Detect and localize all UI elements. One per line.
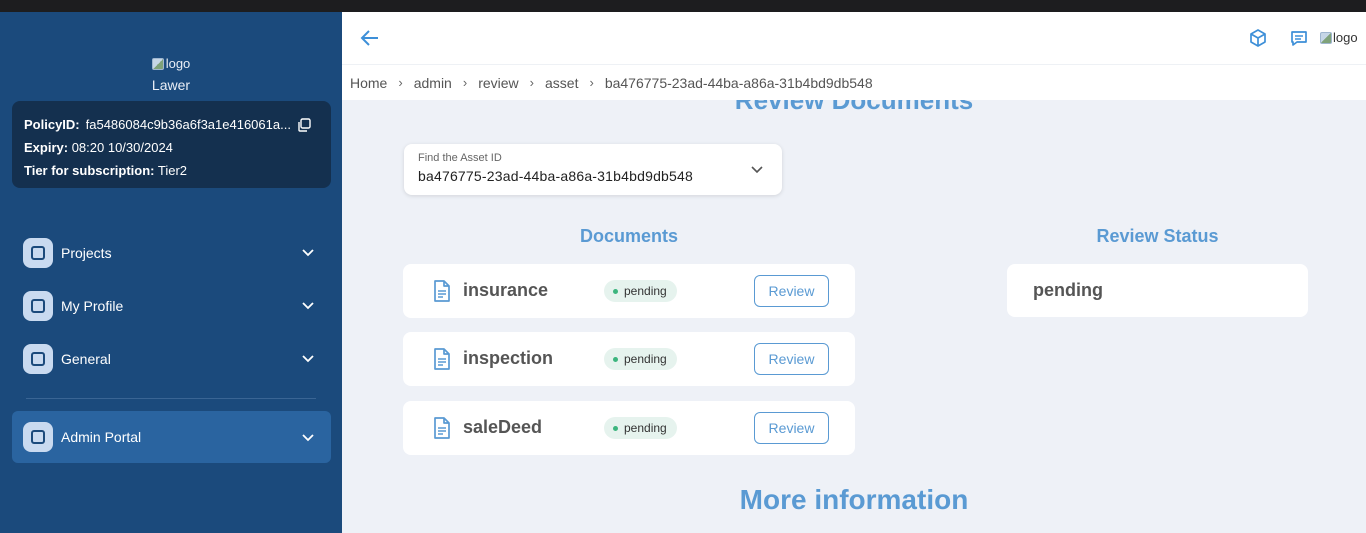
chevron-right-icon: › [589, 75, 594, 90]
sidebar: logo Lawer PolicyID: fa5486084c9b36a6f3a… [0, 12, 342, 533]
broken-image-icon [151, 57, 164, 70]
chevron-down-icon [302, 355, 314, 363]
tier-row: Tier for subscription: Tier2 [24, 159, 319, 182]
policy-id-value: fa5486084c9b36a6f3a1e416061a... [85, 117, 291, 132]
asset-select-value: ba476775-23ad-44ba-a86a-31b4bd9db548 [418, 168, 694, 184]
sidebar-item-label: My Profile [61, 298, 124, 314]
document-icon [434, 348, 450, 370]
chevron-down-icon[interactable] [750, 162, 764, 176]
tier-value: Tier2 [157, 163, 188, 178]
broken-image-icon [1320, 31, 1332, 44]
document-name: saleDeed [463, 417, 543, 437]
sidebar-logo: logo Lawer [0, 56, 342, 93]
document-row: saleDeed pending Review [403, 401, 855, 455]
breadcrumb-review[interactable]: review [478, 75, 518, 91]
breadcrumb-home[interactable]: Home [350, 75, 387, 91]
top-header: logo [342, 12, 1366, 64]
cube-icon[interactable] [1248, 28, 1268, 48]
document-icon [434, 417, 450, 439]
back-arrow-icon[interactable] [360, 29, 380, 47]
chevron-right-icon: › [529, 75, 534, 90]
header-logo-alt-text: logo [1333, 30, 1358, 45]
policy-card: PolicyID: fa5486084c9b36a6f3a1e416061a..… [12, 101, 331, 188]
sidebar-item-my-profile[interactable]: My Profile [12, 283, 331, 329]
breadcrumb-asset[interactable]: asset [545, 75, 578, 91]
sidebar-item-label: Admin Portal [61, 429, 142, 445]
review-status-heading: Review Status [1096, 226, 1219, 246]
status-badge: pending [604, 348, 677, 370]
expiry-label: Expiry: [24, 140, 69, 155]
review-button[interactable]: Review [754, 275, 829, 307]
asset-select-label: Find the Asset ID [418, 152, 502, 164]
documents-heading: Documents [579, 226, 678, 246]
sidebar-divider [26, 398, 316, 399]
expiry-value: 08:20 10/30/2024 [71, 140, 173, 155]
review-status-card: pending [1007, 264, 1308, 317]
more-information-heading: More information [739, 484, 969, 515]
tier-label: Tier for subscription: [24, 163, 155, 178]
document-row: insurance pending Review [403, 264, 855, 318]
document-row: inspection pending Review [403, 332, 855, 386]
brand-name: Lawer [151, 76, 191, 93]
sidebar-item-label: Projects [61, 245, 112, 261]
chevron-down-icon [302, 434, 314, 442]
review-button[interactable]: Review [754, 343, 829, 375]
chevron-down-icon [302, 302, 314, 310]
document-name: insurance [463, 280, 549, 300]
sidebar-item-label: General [61, 351, 111, 367]
square-icon [23, 291, 53, 321]
header-logo[interactable]: logo [1320, 30, 1358, 45]
status-badge: pending [604, 417, 677, 439]
chat-icon[interactable] [1289, 28, 1309, 48]
policy-id-label: PolicyID: [24, 117, 80, 132]
square-icon [23, 344, 53, 374]
policy-id-row: PolicyID: fa5486084c9b36a6f3a1e416061a..… [24, 113, 319, 136]
os-top-strip [0, 0, 1366, 12]
sidebar-item-general[interactable]: General [12, 336, 331, 382]
document-icon [434, 280, 450, 302]
sidebar-item-projects[interactable]: Projects [12, 230, 331, 276]
sidebar-item-admin-portal[interactable]: Admin Portal [12, 411, 331, 463]
chevron-down-icon [302, 249, 314, 257]
chevron-right-icon: › [398, 75, 403, 90]
square-icon [23, 238, 53, 268]
expiry-row: Expiry: 08:20 10/30/2024 [24, 136, 319, 159]
chevron-right-icon: › [462, 75, 468, 90]
document-name: inspection [463, 348, 554, 368]
breadcrumb-admin[interactable]: admin [414, 75, 452, 91]
breadcrumb-current: ba476775-23ad-44ba-a86a-31b4bd9db548 [604, 74, 873, 91]
logo-alt-text: logo [165, 56, 191, 71]
asset-id-select[interactable]: Find the Asset ID ba476775-23ad-44ba-a86… [404, 144, 782, 195]
square-icon [23, 422, 53, 452]
copy-icon[interactable] [297, 117, 311, 132]
breadcrumb: Home › admin › review › asset › ba476775… [342, 64, 1366, 100]
review-button[interactable]: Review [754, 412, 829, 444]
status-badge: pending [604, 280, 677, 302]
